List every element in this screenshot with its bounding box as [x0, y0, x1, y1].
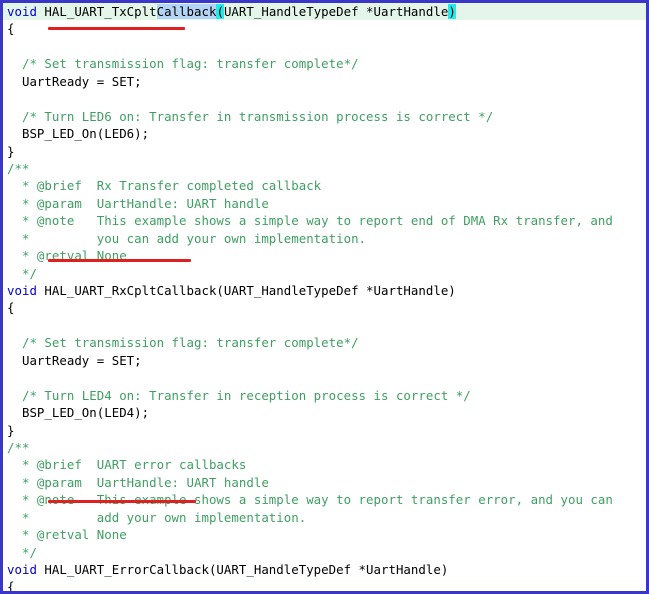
code-line[interactable]: [3, 369, 646, 386]
code-line[interactable]: * @retval None: [3, 526, 646, 543]
code-line[interactable]: /* Set transmission flag: transfer compl…: [3, 55, 646, 72]
code-line[interactable]: UartReady = SET;: [3, 73, 646, 90]
code-token-plain: BSP_LED_On(LED4);: [7, 405, 150, 421]
code-line[interactable]: * @param UartHandle: UART handle: [3, 474, 646, 491]
code-token-plain: {: [7, 300, 15, 316]
code-token-comment: /**: [7, 439, 30, 455]
code-token-plain: HAL_UART_ErrorCallback(UART_HandleTypeDe…: [36, 562, 449, 577]
code-token-kw: void: [7, 562, 37, 577]
code-token-kw: void: [7, 283, 37, 298]
code-token-comment: * @note This example shows a simple way …: [7, 213, 613, 229]
code-line[interactable]: }: [3, 143, 646, 160]
code-token-plain: {: [7, 21, 15, 37]
code-line[interactable]: {: [3, 20, 646, 37]
code-token-comment: */: [7, 265, 37, 281]
code-token-plain: UartReady = SET;: [7, 73, 142, 89]
code-line[interactable]: /* Turn LED6 on: Transfer in transmissio…: [3, 108, 646, 125]
code-token-comment: */: [7, 544, 37, 560]
code-line[interactable]: {: [3, 578, 646, 591]
code-token-comment: * @param UartHandle: UART handle: [7, 195, 269, 211]
code-token-comment: * add your own implementation.: [7, 509, 307, 525]
code-line[interactable]: [3, 90, 646, 107]
code-line[interactable]: }: [3, 422, 646, 439]
code-token-comment: * @note This example shows a simple way …: [7, 492, 613, 508]
code-token-sel: Callback: [156, 4, 217, 19]
code-line[interactable]: * @brief UART error callbacks: [3, 456, 646, 473]
code-token-plain: BSP_LED_On(LED6);: [7, 126, 150, 142]
code-token-comment: * @retval None: [7, 527, 127, 543]
code-text-area[interactable]: void HAL_UART_TxCpltCallback(UART_Handle…: [3, 3, 646, 591]
code-token-kw: void: [7, 4, 37, 19]
code-line[interactable]: [3, 317, 646, 334]
code-token-comment: * @brief Rx Transfer completed callback: [7, 178, 322, 194]
code-line[interactable]: /* Turn LED4 on: Transfer in reception p…: [3, 387, 646, 404]
code-token-comment: /**: [7, 160, 30, 176]
code-token-comment: /* Turn LED4 on: Transfer in reception p…: [7, 387, 471, 403]
code-line[interactable]: * you can add your own implementation.: [3, 230, 646, 247]
code-line[interactable]: */: [3, 544, 646, 561]
code-token-plain: }: [7, 422, 15, 438]
code-token-plain: UartReady = SET;: [7, 352, 142, 368]
code-token-comment: /* Set transmission flag: transfer compl…: [7, 335, 359, 351]
code-line[interactable]: /**: [3, 439, 646, 456]
code-token-plain: HAL_UART_TxCplt: [44, 4, 157, 19]
code-line[interactable]: * @note This example shows a simple way …: [3, 212, 646, 229]
code-line[interactable]: void HAL_UART_TxCpltCallback(UART_Handle…: [3, 3, 646, 21]
code-line[interactable]: * @brief Rx Transfer completed callback: [3, 177, 646, 194]
code-line[interactable]: * @param UartHandle: UART handle: [3, 195, 646, 212]
code-line[interactable]: /* Set transmission flag: transfer compl…: [3, 334, 646, 351]
code-token-plain: }: [7, 143, 15, 159]
code-token-comment: /* Set transmission flag: transfer compl…: [7, 56, 359, 72]
code-line[interactable]: {: [3, 299, 646, 316]
code-line[interactable]: /**: [3, 160, 646, 177]
code-line[interactable]: void HAL_UART_ErrorCallback(UART_HandleT…: [3, 561, 646, 578]
code-token-plain: UART_HandleTypeDef *UartHandle: [223, 4, 449, 19]
code-token-plain: HAL_UART_RxCpltCallback(UART_HandleTypeD…: [36, 283, 456, 298]
code-token-caret: (: [216, 4, 224, 19]
code-line[interactable]: * @retval None: [3, 247, 646, 264]
code-line[interactable]: * add your own implementation.: [3, 509, 646, 526]
code-token-plain: {: [7, 579, 15, 591]
code-editor-window: void HAL_UART_TxCpltCallback(UART_Handle…: [0, 0, 649, 594]
code-line[interactable]: * @note This example shows a simple way …: [3, 491, 646, 508]
code-token-comment: * @param UartHandle: UART handle: [7, 474, 269, 490]
code-token-comment: /* Turn LED6 on: Transfer in transmissio…: [7, 108, 494, 124]
code-line[interactable]: void HAL_UART_RxCpltCallback(UART_Handle…: [3, 282, 646, 299]
code-token-caret: ): [448, 4, 456, 19]
code-line[interactable]: [3, 38, 646, 55]
code-line[interactable]: UartReady = SET;: [3, 352, 646, 369]
code-line[interactable]: */: [3, 265, 646, 282]
code-line[interactable]: BSP_LED_On(LED6);: [3, 125, 646, 142]
code-line[interactable]: BSP_LED_On(LED4);: [3, 404, 646, 421]
code-token-comment: * @retval None: [7, 248, 127, 264]
code-token-comment: * @brief UART error callbacks: [7, 457, 247, 473]
code-token-comment: * you can add your own implementation.: [7, 230, 367, 246]
